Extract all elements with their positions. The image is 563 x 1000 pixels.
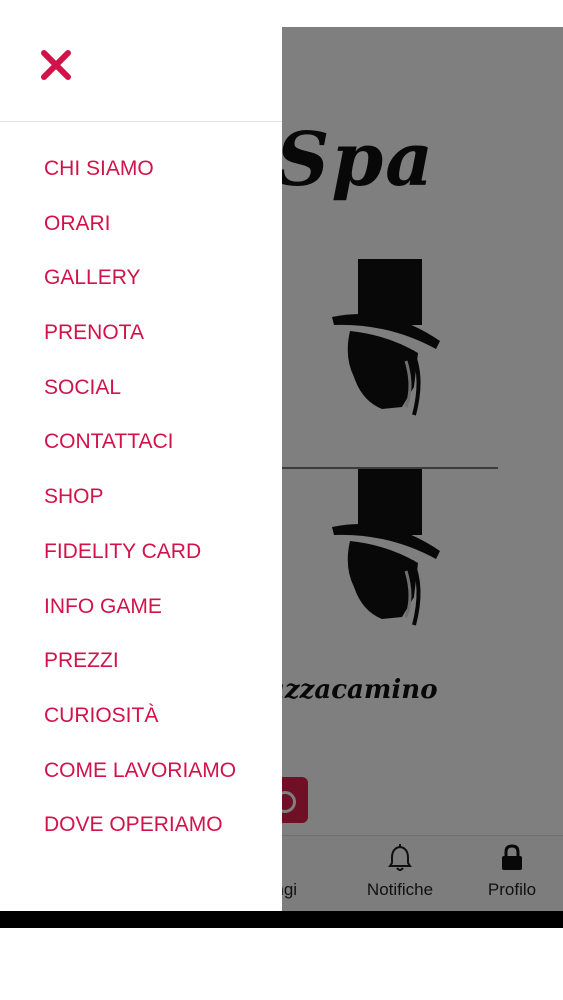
menu-item-orari[interactable]: ORARI [0, 197, 282, 252]
menu-item-fidelity-card[interactable]: FIDELITY CARD [0, 525, 282, 580]
menu-item-chi-siamo[interactable]: CHI SIAMO [0, 142, 282, 197]
system-navigation-bar [0, 911, 563, 928]
navigation-drawer: CHI SIAMO ORARI GALLERY PRENOTA SOCIAL C… [0, 27, 282, 911]
close-button[interactable] [36, 45, 76, 85]
menu-item-social[interactable]: SOCIAL [0, 361, 282, 416]
screen: Spa azzacamino [0, 0, 563, 1000]
menu-item-curiosita[interactable]: CURIOSITÀ [0, 689, 282, 744]
menu-item-gallery[interactable]: GALLERY [0, 251, 282, 306]
menu-item-info-game[interactable]: INFO GAME [0, 580, 282, 635]
app-area: Spa azzacamino [0, 27, 563, 911]
menu-item-dove-operiamo[interactable]: DOVE OPERIAMO [0, 798, 282, 853]
menu-item-prenota[interactable]: PRENOTA [0, 306, 282, 361]
menu-item-shop[interactable]: SHOP [0, 470, 282, 525]
drawer-menu: CHI SIAMO ORARI GALLERY PRENOTA SOCIAL C… [0, 142, 282, 853]
menu-item-contattaci[interactable]: CONTATTACI [0, 415, 282, 470]
close-icon [41, 50, 71, 80]
drawer-header [0, 27, 282, 122]
menu-item-come-lavoriamo[interactable]: COME LAVORIAMO [0, 744, 282, 799]
menu-item-prezzi[interactable]: PREZZI [0, 634, 282, 689]
